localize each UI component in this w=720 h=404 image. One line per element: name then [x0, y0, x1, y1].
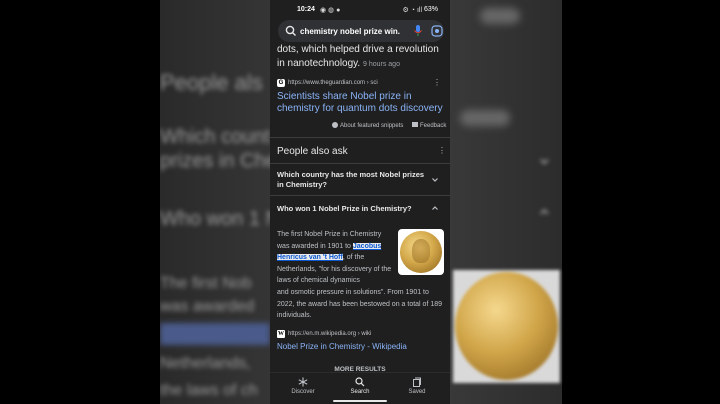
- featured-snippet-footer: About featured snippets Feedback: [270, 121, 450, 131]
- wikipedia-favicon: W: [277, 330, 285, 338]
- signal-icons: ⚙ ◔ ıll: [402, 7, 422, 14]
- medal-disc: [455, 272, 558, 380]
- nav-discover[interactable]: Discover: [283, 377, 323, 395]
- blurred-button: [460, 110, 510, 126]
- blurred-chevron: ⌃: [536, 207, 553, 229]
- blurred-chevron: ⌄: [536, 147, 553, 169]
- result-snippet: dots, which helped drive a revolution in…: [277, 43, 447, 72]
- status-time: 10:24: [297, 6, 315, 13]
- chevron-down-icon[interactable]: [430, 175, 440, 185]
- snippet-age: 9 hours ago: [363, 61, 400, 68]
- answer-source: W https://en.m.wikipedia.org › wiki: [277, 330, 447, 340]
- nobel-medal-overlay-image: [453, 270, 560, 383]
- blurred-text: The first Nob: [160, 275, 252, 292]
- about-snippets-label: About featured snippets: [340, 123, 404, 129]
- result-url: https://www.theguardian.com › sci: [288, 80, 378, 86]
- nav-search-label: Search: [350, 389, 370, 395]
- feedback-icon: [412, 122, 418, 127]
- asterisk-icon: [298, 377, 308, 387]
- nav-discover-label: Discover: [291, 389, 315, 395]
- paa-question-expanded[interactable]: Who won 1 Nobel Prize in Chemistry?: [277, 204, 427, 214]
- bottom-navigation: Discover Search Saved: [270, 372, 450, 404]
- battery-level: 63%: [423, 6, 438, 13]
- active-tab-indicator: [333, 400, 387, 402]
- blurred-text: Which count: [160, 126, 271, 148]
- saved-collections-icon: [413, 377, 421, 387]
- notification-icons: ◉ ◍ ●: [320, 7, 341, 14]
- snippet-text: dots, which helped drive a revolution in…: [277, 44, 439, 69]
- nav-saved[interactable]: Saved: [397, 377, 437, 395]
- google-lens-icon[interactable]: [430, 24, 444, 38]
- microphone-icon[interactable]: [412, 24, 424, 38]
- blurred-heading: People als: [160, 70, 263, 95]
- nav-saved-label: Saved: [408, 389, 426, 395]
- search-icon: [355, 377, 365, 387]
- feedback-link[interactable]: Feedback: [412, 122, 446, 129]
- about-snippets-link[interactable]: About featured snippets: [332, 122, 403, 129]
- blurred-text: Netherlands,: [160, 355, 251, 372]
- paa-answer: The first Nobel Prize in Chemistry was a…: [277, 229, 442, 322]
- feedback-label: Feedback: [420, 123, 447, 129]
- divider: [270, 137, 450, 138]
- more-options-icon[interactable]: ⋮: [433, 78, 441, 87]
- blurred-text: was awarded: [160, 298, 255, 315]
- nobel-medal-thumbnail[interactable]: [398, 229, 444, 275]
- result-source: G https://www.theguardian.com › sci ⋮: [277, 78, 447, 89]
- medal-portrait: [412, 239, 430, 263]
- answer-text-cont: and osmotic pressure in solutions". From…: [277, 288, 443, 320]
- divider: [270, 163, 450, 164]
- divider: [270, 195, 450, 196]
- phone-screen: 10:24 ◉ ◍ ● ⚙ ◔ ıll 63% dots, which help…: [270, 0, 450, 404]
- blurred-text: prizes in Che: [160, 150, 277, 172]
- paa-more-icon[interactable]: ⋮: [438, 146, 446, 155]
- search-input[interactable]: [300, 23, 400, 39]
- chevron-up-icon[interactable]: [430, 203, 440, 213]
- status-bar: 10:24 ◉ ◍ ● ⚙ ◔ ıll 63%: [270, 5, 450, 17]
- search-bar[interactable]: [278, 20, 444, 42]
- paa-heading: People also ask: [277, 146, 348, 157]
- paa-question[interactable]: Which country has the most Nobel prizes …: [277, 170, 427, 190]
- wikipedia-link[interactable]: Nobel Prize in Chemistry - Wikipedia: [277, 342, 407, 351]
- blurred-highlight: [160, 323, 270, 345]
- guardian-favicon: G: [277, 79, 285, 87]
- help-icon: [332, 122, 338, 128]
- nav-search[interactable]: Search: [340, 377, 380, 395]
- search-icon: [285, 25, 296, 36]
- blurred-text: the laws of ch: [160, 382, 258, 399]
- answer-source-url: https://en.m.wikipedia.org › wiki: [288, 331, 372, 337]
- result-title-link[interactable]: Scientists share Nobel prize in chemistr…: [277, 91, 449, 115]
- blurred-status: [480, 8, 520, 24]
